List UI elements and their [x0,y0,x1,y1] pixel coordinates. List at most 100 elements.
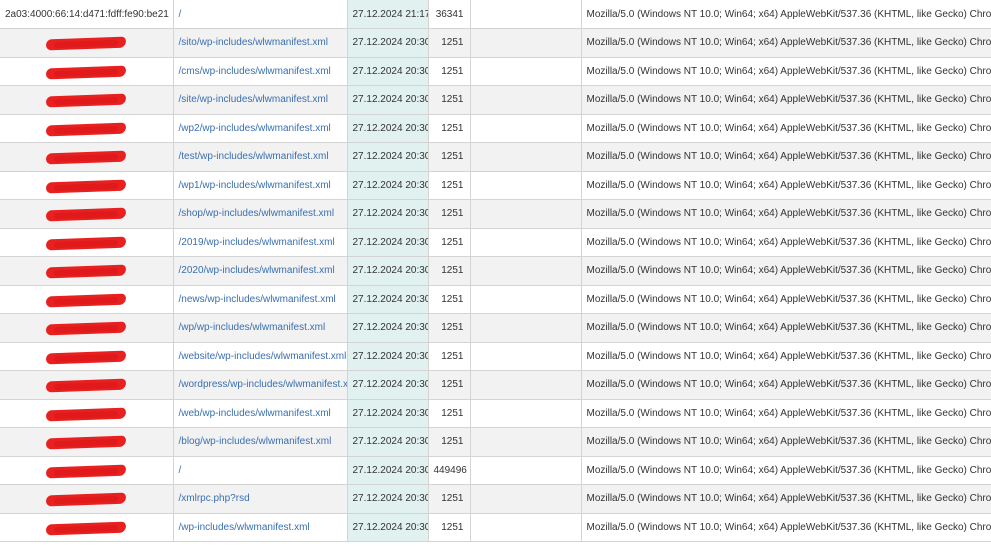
request-path-link[interactable]: /site/wp-includes/wlwmanifest.xml [179,94,329,105]
redaction-mark [45,236,127,250]
table-row: /test/wp-includes/wlwmanifest.xml 27.12.… [0,142,991,172]
ip-cell [0,484,174,514]
date-cell: 27.12.2024 20:30 [346,256,429,286]
ip-cell [0,113,174,143]
size-cell: 1251 [427,170,471,200]
table-row: /wp/wp-includes/wlwmanifest.xml 27.12.20… [0,313,991,343]
user-agent-cell: Mozilla/5.0 (Windows NT 10.0; Win64; x64… [580,227,991,257]
redaction-mark [45,93,127,108]
path-cell: /wp1/wp-includes/wlwmanifest.xml [172,170,348,200]
size-cell: 1251 [427,227,471,257]
size-cell: 1251 [427,142,471,172]
ip-cell [0,398,174,428]
redaction-mark [45,435,127,450]
request-path-link[interactable]: /web/wp-includes/wlwmanifest.xml [179,408,331,419]
table-row: / 27.12.2024 20:30 449496 Mozilla/5.0 (W… [0,455,991,485]
redaction-mark [45,521,127,535]
path-cell: /2020/wp-includes/wlwmanifest.xml [172,256,348,286]
request-path-link[interactable]: /wp-includes/wlwmanifest.xml [179,522,310,533]
date-cell: 27.12.2024 20:30 [346,142,429,172]
user-agent-cell: Mozilla/5.0 (Windows NT 10.0; Win64; x64… [580,427,991,457]
table-row: /wp-includes/wlwmanifest.xml 27.12.2024 … [0,512,991,542]
size-cell: 1251 [427,484,471,514]
size-cell: 1251 [427,370,471,400]
user-agent-cell: Mozilla/5.0 (Windows NT 10.0; Win64; x64… [580,85,991,115]
ip-cell: 2a03:4000:66:14:d471:fdff:fe90:be21 [0,0,174,29]
path-cell: /blog/wp-includes/wlwmanifest.xml [172,427,348,457]
date-cell: 27.12.2024 20:30 [346,113,429,143]
path-cell: /wp/wp-includes/wlwmanifest.xml [172,313,348,343]
referer-cell [469,28,582,58]
request-path-link[interactable]: /wp/wp-includes/wlwmanifest.xml [179,322,326,333]
referer-cell [469,341,582,371]
redaction-mark [45,150,127,165]
redaction-mark [45,122,127,136]
redaction-mark [45,350,127,364]
redaction-mark [45,407,127,421]
access-log-table: 2a03:4000:66:14:d471:fdff:fe90:be21 / 27… [0,0,991,542]
request-path-link[interactable]: /test/wp-includes/wlwmanifest.xml [179,151,329,162]
path-cell: /cms/wp-includes/wlwmanifest.xml [172,56,348,86]
redaction-mark [45,464,127,478]
size-cell: 1251 [427,341,471,371]
redaction-mark [45,293,127,307]
user-agent-cell: Mozilla/5.0 (Windows NT 10.0; Win64; x64… [580,142,991,172]
redaction-mark [45,492,127,507]
redaction-mark [45,65,127,79]
request-path-link[interactable]: / [179,9,182,20]
date-cell: 27.12.2024 20:30 [346,28,429,58]
date-cell: 27.12.2024 20:30 [346,427,429,457]
request-path-link[interactable]: /wordpress/wp-includes/wlwmanifest.xml [179,379,347,390]
request-path-link[interactable]: /xmlrpc.php?rsd [179,493,250,504]
table-row: /news/wp-includes/wlwmanifest.xml 27.12.… [0,284,991,314]
path-cell: /site/wp-includes/wlwmanifest.xml [172,85,348,115]
user-agent-cell: Mozilla/5.0 (Windows NT 10.0; Win64; x64… [580,0,991,29]
ip-cell [0,227,174,257]
redaction-mark [45,36,127,51]
table-row: /website/wp-includes/wlwmanifest.xml 27.… [0,341,991,371]
referer-cell [469,512,582,542]
table-row: /shop/wp-includes/wlwmanifest.xml 27.12.… [0,199,991,229]
request-path-link[interactable]: /cms/wp-includes/wlwmanifest.xml [179,66,331,77]
referer-cell [469,142,582,172]
path-cell: /sito/wp-includes/wlwmanifest.xml [172,28,348,58]
date-cell: 27.12.2024 20:30 [346,512,429,542]
user-agent-cell: Mozilla/5.0 (Windows NT 10.0; Win64; x64… [580,370,991,400]
date-cell: 27.12.2024 20:30 [346,370,429,400]
request-path-link[interactable]: /sito/wp-includes/wlwmanifest.xml [179,37,329,48]
request-path-link[interactable]: /website/wp-includes/wlwmanifest.xml [179,351,347,362]
referer-cell [469,455,582,485]
ip-cell [0,313,174,343]
table-row: /cms/wp-includes/wlwmanifest.xml 27.12.2… [0,56,991,86]
request-path-link[interactable]: /2020/wp-includes/wlwmanifest.xml [179,265,335,276]
table-row: /wp1/wp-includes/wlwmanifest.xml 27.12.2… [0,170,991,200]
request-path-link[interactable]: /shop/wp-includes/wlwmanifest.xml [179,208,335,219]
request-path-link[interactable]: /wp1/wp-includes/wlwmanifest.xml [179,180,331,191]
request-path-link[interactable]: /2019/wp-includes/wlwmanifest.xml [179,237,335,248]
table-row: /2019/wp-includes/wlwmanifest.xml 27.12.… [0,227,991,257]
table-row: /site/wp-includes/wlwmanifest.xml 27.12.… [0,85,991,115]
request-path-link[interactable]: / [179,465,182,476]
request-path-link[interactable]: /wp2/wp-includes/wlwmanifest.xml [179,123,331,134]
redaction-mark [45,321,127,336]
referer-cell [469,56,582,86]
size-cell: 1251 [427,284,471,314]
ip-cell [0,142,174,172]
request-path-link[interactable]: /news/wp-includes/wlwmanifest.xml [179,294,336,305]
user-agent-cell: Mozilla/5.0 (Windows NT 10.0; Win64; x64… [580,28,991,58]
ip-cell [0,370,174,400]
ip-cell [0,199,174,229]
ip-cell [0,284,174,314]
size-cell: 1251 [427,199,471,229]
ip-address: 2a03:4000:66:14:d471:fdff:fe90:be21 [5,8,169,20]
user-agent-cell: Mozilla/5.0 (Windows NT 10.0; Win64; x64… [580,199,991,229]
size-cell: 1251 [427,256,471,286]
date-cell: 27.12.2024 20:30 [346,341,429,371]
referer-cell [469,427,582,457]
ip-cell [0,427,174,457]
referer-cell [469,0,582,29]
user-agent-cell: Mozilla/5.0 (Windows NT 10.0; Win64; x64… [580,313,991,343]
request-path-link[interactable]: /blog/wp-includes/wlwmanifest.xml [179,436,332,447]
date-cell: 27.12.2024 20:30 [346,313,429,343]
path-cell: /website/wp-includes/wlwmanifest.xml [172,341,348,371]
